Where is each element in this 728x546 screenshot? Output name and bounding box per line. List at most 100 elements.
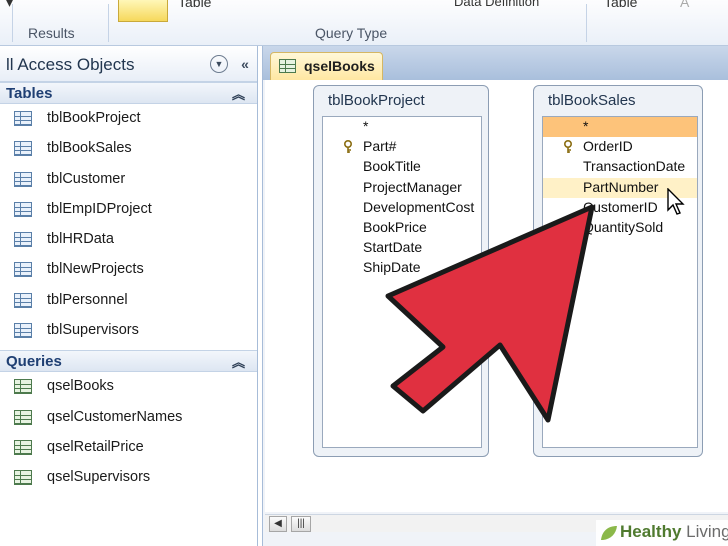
field-name: ProjectManager (363, 178, 462, 195)
table-button-icon[interactable] (118, 0, 168, 22)
field-name: * (363, 118, 369, 134)
field-row[interactable]: BookPrice (323, 218, 481, 238)
table-button-2[interactable]: Table (604, 0, 637, 10)
nav-item-label: qselBooks (47, 378, 114, 395)
ribbon-separator (586, 4, 587, 42)
field-row[interactable]: BookTitle (323, 157, 481, 177)
field-name: PartNumber (583, 178, 659, 195)
query-icon (14, 470, 32, 486)
nav-item-label: tblPersonnel (47, 291, 128, 308)
field-row[interactable]: TransactionDate (543, 157, 697, 177)
field-name: Part# (363, 138, 397, 155)
field-row[interactable]: StartDate (323, 238, 481, 258)
primary-key-icon (564, 140, 572, 154)
chevron-down-icon[interactable]: ▼ (210, 55, 228, 73)
nav-item-label: tblNewProjects (47, 261, 144, 278)
collapse-up-icon[interactable]: ︽ (232, 84, 245, 103)
nav-item-qselsupervisors[interactable]: qselSupervisors (0, 463, 257, 493)
data-definition-button[interactable]: Data Definition (454, 0, 539, 9)
query-icon (14, 379, 32, 395)
table-box-tblbooksales[interactable]: tblBookSales * OrderID TransactionDate Part… (533, 85, 703, 457)
table-icon (14, 323, 32, 339)
nav-title[interactable]: ll Access Objects (6, 55, 135, 75)
nav-item-tblempidproject[interactable]: tblEmpIDProject (0, 195, 257, 225)
field-row[interactable]: * (543, 117, 697, 138)
field-name: OrderID (583, 138, 633, 155)
table-box-title[interactable]: tblBookProject (328, 92, 425, 109)
nav-item-tblbooksales[interactable]: tblBookSales (0, 134, 257, 164)
field-name: DevelopmentCost (363, 198, 475, 215)
nav-item-tblnewprojects[interactable]: tblNewProjects (0, 255, 257, 285)
table-icon (14, 111, 32, 126)
nav-item-qselbooks[interactable]: qselBooks (0, 372, 257, 403)
healthy-living-watermark: Healthy Living (596, 520, 728, 546)
tab-qselbooks[interactable]: qselBooks (270, 52, 383, 80)
query-list: qselBooks qselCustomerNames qselRetailPric… (0, 372, 257, 493)
scroll-thumb[interactable]: ||| (291, 516, 311, 532)
nav-item-label: tblSupervisors (47, 322, 139, 339)
table-icon (14, 292, 32, 308)
field-name: QuantitySold (583, 218, 664, 235)
field-row[interactable]: ShipDate (323, 258, 481, 278)
nav-item-label: tblHRData (47, 231, 114, 248)
field-name: BookTitle (363, 158, 421, 175)
field-row[interactable]: OrderID (543, 137, 697, 157)
table-icon (14, 171, 32, 187)
field-row[interactable]: * (323, 117, 481, 137)
table-icon (14, 262, 32, 278)
leaf-logo-icon (601, 526, 617, 540)
nav-section-tables[interactable]: Tables ︽ (0, 82, 257, 104)
table-box-tblbookproject[interactable]: tblBookProject * Part# BookTitle ProjectMan… (313, 85, 489, 457)
mouse-cursor-icon (667, 188, 685, 215)
watermark-text: Healthy Living (620, 522, 728, 541)
query-icon (14, 409, 32, 425)
table-button-label[interactable]: Table (178, 0, 211, 10)
field-list[interactable]: * OrderID TransactionDate PartNumber Custome… (542, 116, 698, 448)
navigation-pane: ll Access Objects ▼ « Tables ︽ tblBookPr… (0, 46, 258, 546)
query-type-group-label: Query Type (315, 25, 388, 41)
document-tab-strip: qselBooks (263, 46, 728, 80)
nav-item-tblhrdata[interactable]: tblHRData (0, 225, 257, 255)
field-row[interactable]: Part# (323, 137, 481, 157)
primary-key-icon (344, 140, 352, 154)
field-list[interactable]: * Part# BookTitle ProjectManager Development… (322, 116, 482, 448)
field-name: * (583, 118, 589, 134)
nav-item-label: tblCustomer (47, 170, 126, 187)
table-box-title[interactable]: tblBookSales (548, 92, 636, 109)
field-row[interactable]: QuantitySold (543, 218, 697, 238)
collapse-up-icon[interactable]: ︽ (232, 352, 245, 371)
nav-item-tblcustomer[interactable]: tblCustomer (0, 165, 257, 195)
nav-item-tblbookproject[interactable]: tblBookProject (0, 104, 257, 134)
nav-item-qselretailprice[interactable]: qselRetailPrice (0, 433, 257, 463)
nav-item-tblpersonnel[interactable]: tblPersonnel (0, 286, 257, 316)
field-name: BookPrice (363, 218, 427, 235)
work-area: qselBooks tblBookProject * Part# BookTitle… (262, 46, 728, 546)
section-label-tables: Tables (6, 85, 53, 102)
nav-item-tblsupervisors[interactable]: tblSupervisors (0, 316, 257, 346)
field-name: ShipDate (363, 259, 421, 276)
ribbon-separator (108, 4, 109, 42)
field-name: TransactionDate (583, 158, 686, 175)
table-icon (14, 201, 32, 217)
collapse-pane-icon[interactable]: « (236, 55, 254, 73)
table-list: tblBookProject tblBookSales tblCustomer tbl… (0, 104, 257, 346)
table-icon (14, 141, 32, 157)
field-name: StartDate (363, 239, 423, 256)
field-row[interactable]: ProjectManager (323, 178, 481, 198)
scroll-left-icon[interactable]: ◀ (269, 516, 287, 532)
nav-item-label: qselCustomerNames (47, 408, 183, 425)
nav-item-label: tblBookProject (47, 110, 141, 126)
nav-item-label: tblEmpIDProject (47, 200, 152, 217)
ribbon: ▾ Table Data Definition Table A Results … (0, 0, 728, 46)
table-icon (14, 232, 32, 248)
query-design-canvas[interactable]: tblBookProject * Part# BookTitle ProjectMan… (265, 80, 728, 512)
field-name: CustomerID (583, 198, 658, 215)
nav-item-qselcustomernames[interactable]: qselCustomerNames (0, 403, 257, 433)
nav-header: ll Access Objects ▼ « (0, 46, 257, 82)
query-icon (279, 59, 296, 73)
nav-section-queries[interactable]: Queries ︽ (0, 350, 257, 373)
nav-item-label: tblBookSales (47, 140, 132, 157)
nav-item-label: qselSupervisors (47, 469, 151, 486)
results-group-label: Results (28, 25, 75, 41)
field-row[interactable]: DevelopmentCost (323, 198, 481, 218)
